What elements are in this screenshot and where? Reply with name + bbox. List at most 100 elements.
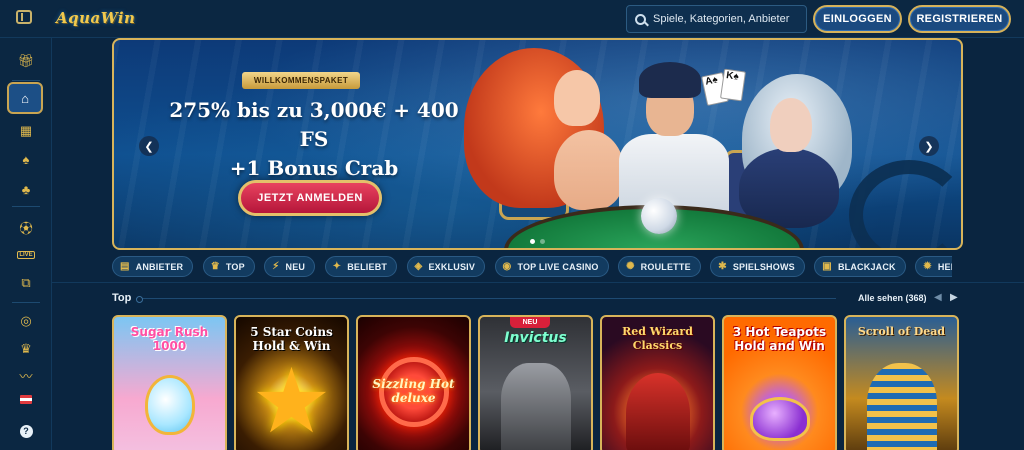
game-title: Sugar Rush 1000 (130, 325, 209, 353)
chip-label: NEU (285, 261, 306, 272)
dealer-illustration (639, 62, 701, 98)
carousel-dot[interactable] (540, 239, 545, 244)
sidebar-toggle-icon[interactable] (16, 10, 32, 24)
wizard-illustration (625, 373, 690, 450)
chip-label: SPIELSHOWS (732, 261, 795, 272)
sidebar-divider (12, 206, 40, 207)
sidebar-item-bonus[interactable]: 〰 (0, 362, 52, 388)
hero-title-line: +1 Bonus Crab (229, 156, 399, 180)
game-tile[interactable]: Red Wizard Classics (600, 315, 715, 450)
category-chip-roulette[interactable]: ✺ ROULETTE (618, 256, 701, 277)
mermaid-illustration (554, 70, 600, 126)
category-chip-hot-jackpots[interactable]: ✹ HEISSE JACKPOTS (915, 256, 952, 277)
game-row: Sugar Rush 1000 5 Star Coins Hold & Win … (112, 315, 1024, 450)
provider-icon: ▤ (120, 261, 130, 272)
game-title: Scroll of Dead (857, 325, 946, 338)
feather-icon: 〰 (19, 368, 33, 384)
sidebar-item-slots[interactable]: ▦ (0, 118, 52, 144)
sidebar-item-vip[interactable]: ◎ (0, 308, 52, 334)
chip-label: BELIEBT (347, 261, 388, 272)
see-all-link[interactable]: Alle sehen (368) (858, 293, 927, 303)
search-input[interactable] (653, 13, 803, 25)
clover-icon: ♣ (21, 181, 31, 197)
lightning-icon: ⚡︎ (272, 261, 280, 272)
category-chip-top-live-casino[interactable]: ◉ TOP LIVE CASINO (494, 256, 609, 277)
sidebar-item-tournaments[interactable]: ♛ (0, 336, 52, 362)
chip-label: TOP LIVE CASINO (517, 261, 599, 272)
chip-label: TOP (225, 261, 245, 272)
sidebar-item-live[interactable]: LIVE (0, 242, 52, 268)
fish-icon: ◈ (414, 261, 423, 272)
sidebar-item-language[interactable] (0, 386, 52, 412)
pearl-illustration (641, 198, 677, 234)
logo[interactable]: AquaWin (56, 9, 135, 27)
teapot-illustration (749, 397, 810, 441)
chip-label: ANBIETER (135, 261, 184, 272)
game-tile[interactable]: NEU Invictus (478, 315, 593, 450)
hero-title-line: 275% bis zu 3,000€ + 400 FS (169, 98, 459, 151)
sidebar-item-promotions[interactable]: 🎁︎ (0, 48, 52, 74)
chip-label: ROULETTE (640, 261, 691, 272)
category-chip-providers[interactable]: ▤ ANBIETER (112, 256, 194, 277)
chip-label: HEISSE JACKPOTS (937, 261, 952, 272)
carousel-dot[interactable] (530, 239, 535, 244)
mermaid-illustration (554, 130, 624, 210)
category-chip-popular[interactable]: ✦ BELIEBT (324, 256, 398, 277)
cards-icon: ▣ (822, 261, 832, 272)
sidebar-item-help[interactable]: ? (0, 418, 52, 444)
warrior-illustration (500, 363, 571, 450)
game-tile[interactable]: Sizzling Hot deluxe (356, 315, 471, 450)
playing-card-icon: ♠ (22, 151, 30, 167)
register-button[interactable]: REGISTRIEREN (908, 5, 1011, 33)
game-title: Red Wizard Classics (622, 325, 693, 352)
sidebar-divider (12, 302, 40, 303)
gift-icon: 🎁︎ (17, 53, 35, 68)
sidebar-item-table-games[interactable]: ♠ (0, 146, 52, 172)
category-chip-top[interactable]: ♛ TOP (202, 256, 255, 277)
category-chip-exclusive[interactable]: ◈ EXKLUSIV (406, 256, 486, 277)
new-badge: NEU (510, 317, 550, 328)
fire-icon: ✦ (332, 261, 342, 272)
login-button[interactable]: EINLOGGEN (813, 5, 902, 33)
carousel-prev-icon[interactable]: ❮ (139, 136, 159, 156)
sidebar-item-lucky[interactable]: ♣ (0, 176, 52, 202)
game-tile[interactable]: 5 Star Coins Hold & Win ★ (234, 315, 349, 450)
sports-icon: ⚽︎ (19, 220, 33, 236)
scroll-right-icon[interactable]: ▶ (950, 292, 958, 303)
section-rule (136, 296, 836, 303)
search-box[interactable] (626, 5, 807, 33)
ticket-icon: ⧉ (21, 275, 31, 290)
medal-icon: ◎ (20, 313, 32, 328)
sidebar-item-home[interactable]: ⌂ (7, 82, 43, 114)
sidebar-item-sports[interactable]: ⚽︎ (0, 214, 52, 240)
carousel-next-icon[interactable]: ❯ (919, 136, 939, 156)
scroll-left-icon[interactable]: ◀ (934, 292, 942, 303)
game-tile[interactable]: Sugar Rush 1000 (112, 315, 227, 450)
hero-title: 275% bis zu 3,000€ + 400 FS +1 Bonus Cra… (154, 96, 474, 183)
jackpot-icon: ✹ (923, 261, 932, 272)
pharaoh-illustration (866, 363, 937, 450)
category-chip-new[interactable]: ⚡︎ NEU (264, 256, 316, 277)
hero-banner[interactable]: A♠ K♠ WILLKOMMENSPAKET 275% bis zu 3,000… (112, 38, 963, 250)
chip-label: BLACKJACK (837, 261, 896, 272)
sidebar-item-lottery[interactable]: ⧉ (0, 270, 52, 296)
sidebar-divider (12, 80, 40, 81)
divider (52, 282, 1024, 283)
slot-machine-icon: ▦ (19, 123, 33, 138)
game-title: 3 Hot Teapots Hold and Win (732, 325, 827, 353)
signup-now-button[interactable]: JETZT ANMELDEN (238, 180, 382, 216)
category-bar: ▤ ANBIETER ♛ TOP ⚡︎ NEU ✦ BELIEBT ◈ EXKLUSIV … (112, 256, 952, 278)
carousel-dots (114, 239, 961, 244)
chip-label: EXKLUSIV (428, 261, 476, 272)
sidebar: 🎁︎ ⌂ ▦ ♠ ♣ ⚽︎ LIVE ⧉ ◎ ♛ 〰 ? (0, 38, 52, 450)
game-title: 5 Star Coins Hold & Win (250, 325, 333, 353)
section-title: Top (112, 292, 132, 304)
game-tile[interactable]: Scroll of Dead (844, 315, 959, 450)
category-chip-game-shows[interactable]: ✱ SPIELSHOWS (710, 256, 805, 277)
home-icon: ⌂ (21, 90, 29, 106)
game-tile[interactable]: 3 Hot Teapots Hold and Win (722, 315, 837, 450)
live-icon: LIVE (17, 251, 35, 259)
flag-austria-icon (20, 394, 32, 404)
category-chip-blackjack[interactable]: ▣ BLACKJACK (814, 256, 906, 277)
game-title: Invictus (504, 330, 567, 346)
